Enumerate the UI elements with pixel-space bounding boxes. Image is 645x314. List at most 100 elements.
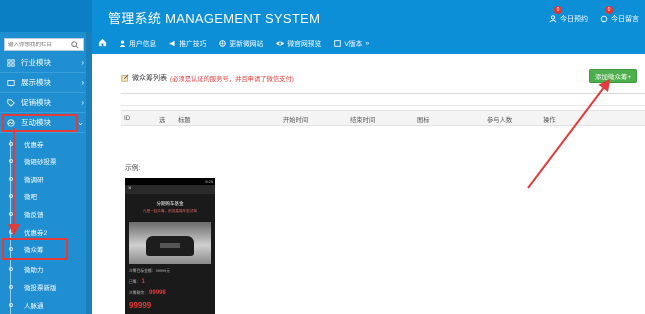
nav-user-info[interactable]: 用户信息 [119,38,156,48]
col-icon: 图标 [417,117,430,124]
chevron-right-icon: › [81,78,84,87]
bullet-icon [9,303,13,307]
sidebar-item-label: 行业模块 [21,58,51,67]
sidebar-subitem[interactable]: 微投票新版 [0,278,92,295]
phone-row-text: 众筹目标金额：99999元 [129,269,170,273]
phone-preview: 9:25 × 分期购车基金 凡是一起众筹，即送高端车型试驾 众筹目标金额：999… [125,178,215,314]
more-icon[interactable]: » [365,40,369,47]
subitem-label: 优惠券2 [24,229,48,237]
subitem-label: 微吧 [24,193,37,201]
appointments-label: 今日预约 [560,16,588,23]
col-start-time: 开始时间 [283,117,309,124]
sidebar-subitem[interactable]: 优惠券 [0,135,92,152]
nav-update-site[interactable]: 更新微网站 [219,38,263,48]
message-icon [600,15,608,23]
main-navbar: 用户信息 推广技巧 更新微网站 微官网预览 V版本 » [92,32,645,54]
bullet-icon [9,285,13,289]
phone-row: 99999 [125,301,215,310]
bullet-icon [9,159,13,163]
messages-badge: 0 [605,6,613,14]
col-id: ID [124,115,131,122]
eye-icon [276,41,285,45]
sidebar-search [4,38,84,51]
col-select: 选 [159,117,166,124]
phone-close-icon: × [125,185,215,194]
list-note: (必须是认证的服务号，并且申请了微信支付) [170,75,294,83]
phone-big-value: 99999 [129,301,152,310]
chevron-down-icon: ⌄ [77,118,84,127]
grid-icon [7,58,15,67]
phone-status-bar: 9:25 [125,178,215,185]
sidebar-item-industry[interactable]: 行业模块 › [0,53,92,73]
highlight-box-crowdfunding [2,238,68,260]
car-shape [146,236,194,256]
user-icon [119,39,126,47]
highlight-box-interaction [2,114,78,132]
table-header-row: ID 选 标题 开始时间 结束时间 图标 参与人数 操作 [121,110,645,126]
nav-label: 更新微网站 [229,41,264,48]
nav-label: 微官网预览 [287,41,322,48]
today-appointments-link[interactable]: 0 今日预约 [549,6,588,24]
crowdfunding-table: ID 选 标题 开始时间 结束时间 图标 参与人数 操作 [121,93,645,143]
today-messages-link[interactable]: 0 今日留言 [600,6,639,24]
bullet-icon [9,230,13,234]
col-title: 标题 [178,117,191,124]
brand-area [0,0,92,32]
search-icon[interactable] [71,40,79,49]
display-icon [7,79,15,86]
header-links: 0 今日预约 0 今日留言 [549,6,639,24]
subitem-label: 优惠券 [24,141,44,149]
subitem-label: 微调研 [24,176,44,184]
sidebar-subitem[interactable]: 微助力 [0,260,92,277]
messages-label: 今日留言 [611,16,639,23]
sidebar-subitem[interactable]: 人脉通 [0,296,92,313]
bullet-icon [9,212,13,216]
col-end-time: 结束时间 [350,117,376,124]
sidebar-subitem[interactable]: 微调研 [0,170,92,187]
subitem-label: 微投票新版 [24,284,57,292]
table-divider [121,105,645,106]
col-participants: 参与人数 [487,117,513,124]
bullet-icon [9,177,13,181]
sidebar-subitem[interactable]: 微反馈 [0,205,92,222]
appointments-badge: 0 [554,6,562,14]
phone-subtitle: 凡是一起众筹，即送高端车型试驾 [143,209,197,213]
phone-row: 众筹剩余： 99998 [125,290,215,296]
phone-row: 众筹目标金额：99999元 [125,269,215,274]
home-icon[interactable] [98,38,107,49]
sidebar-item-display[interactable]: 展示模块 › [0,73,92,93]
nav-promotion-tips[interactable]: 推广技巧 [169,38,206,48]
subitem-label: 微反馈 [24,211,44,219]
bullet-icon [9,267,13,271]
bullet-icon [9,194,13,198]
sidebar-subitem[interactable]: 微砸砂投票 [0,152,92,169]
phone-row: 已筹： 1 [125,279,215,285]
sidebar: 行业模块 › 展示模块 › 促销模块 › 互动模块 ⌄ 优惠券 微砸砂投票 微调… [0,32,92,314]
sidebar-subitem[interactable]: 微吧 [0,187,92,204]
list-title: 微众筹列表 [132,75,167,82]
nav-label: 用户信息 [129,41,157,48]
example-label: 示例: [125,165,141,172]
subitem-label: 人脉通 [24,302,44,310]
list-header: 微众筹列表 (必须是认证的服务号，并且申请了微信支付) [121,73,294,83]
main-content: 微众筹列表 (必须是认证的服务号，并且申请了微信支付) 添加微众筹+ ID 选 … [92,54,645,314]
user-icon [549,15,557,23]
edit-icon [121,74,129,82]
sidebar-item-promotion[interactable]: 促销模块 › [0,93,92,113]
col-actions: 操作 [543,117,556,124]
globe-icon [219,39,227,47]
sidebar-item-label: 展示模块 [21,78,51,87]
version-icon [334,39,342,47]
phone-row-value: 99998 [149,290,166,296]
phone-row-value: 1 [141,279,145,285]
nav-site-preview[interactable]: 微官网预览 [276,38,321,48]
bullet-icon [9,142,13,146]
chevron-right-icon: › [81,98,84,107]
sidebar-search-input[interactable] [5,41,69,48]
nav-version[interactable]: V版本 » [334,38,369,48]
add-crowdfunding-button[interactable]: 添加微众筹+ [589,69,637,83]
subitem-label: 微助力 [24,266,44,274]
sidebar-item-label: 促销模块 [21,98,51,107]
nav-label: V版本 [344,41,363,48]
chevron-right-icon: › [81,58,84,67]
